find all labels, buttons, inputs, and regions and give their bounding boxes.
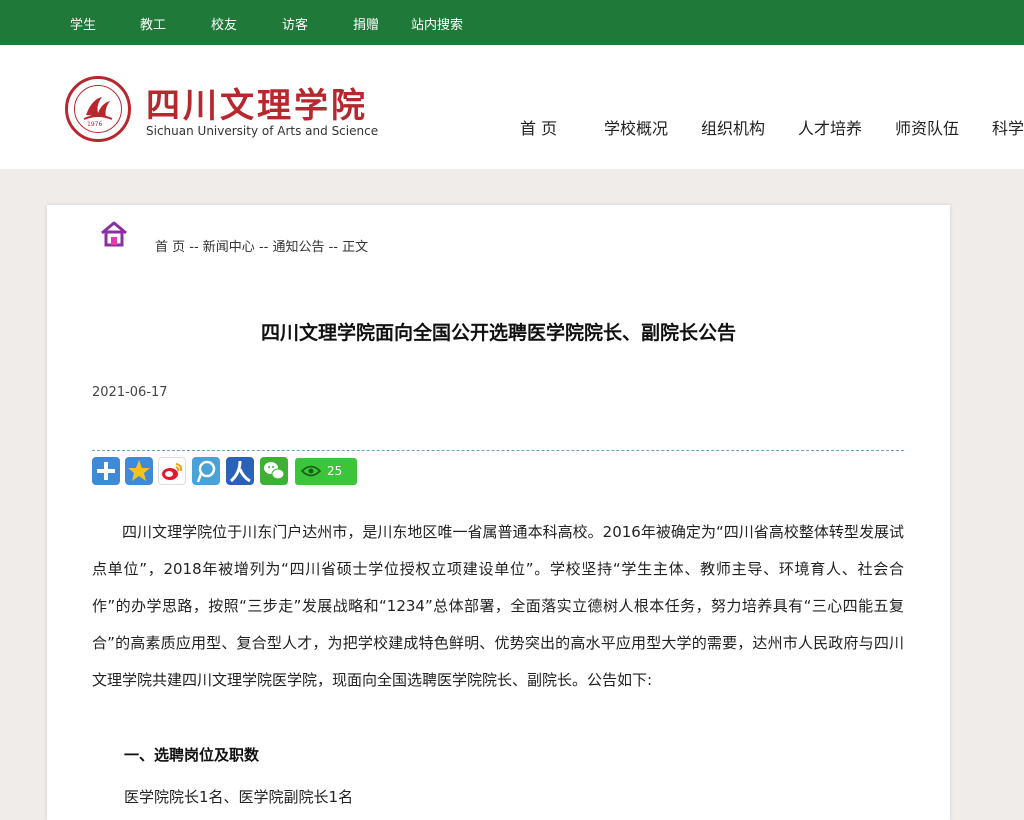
nav-organization[interactable]: 组织机构 (701, 115, 765, 139)
share-count-number: 25 (327, 464, 343, 478)
home-icon[interactable] (99, 220, 129, 248)
breadcrumb-separator: -- (254, 240, 273, 255)
breadcrumb-separator: -- (324, 240, 343, 255)
share-more-button[interactable] (92, 457, 120, 485)
breadcrumb-home[interactable]: 首 页 (155, 240, 185, 255)
seal-year: 1976 (87, 121, 103, 128)
nav-home[interactable]: 首 页 (520, 115, 557, 139)
breadcrumb-news-center[interactable]: 新闻中心 (203, 240, 255, 255)
section-heading: 一、选聘岗位及职数 (124, 746, 260, 764)
article-title: 四川文理学院面向全国公开选聘医学院院长、副院长公告 (260, 322, 736, 344)
breadcrumb-separator: -- (185, 240, 203, 255)
breadcrumb-notices[interactable]: 通知公告 (272, 240, 324, 255)
nav-education[interactable]: 人才培养 (798, 115, 862, 139)
toplink-donate[interactable]: 捐赠 (353, 14, 379, 33)
article-paragraph: 四川文理学院位于川东门户达州市，是川东地区唯一省属普通本科高校。2016年被确定… (92, 523, 904, 689)
article-date: 2021-06-17 (92, 385, 168, 400)
share-tencent-weibo-button[interactable] (192, 457, 220, 485)
site-header: 1976 四川文理学院 Sichuan University of Arts a… (0, 45, 1024, 169)
breadcrumb: 首 页 -- 新闻中心 -- 通知公告 -- 正文 (155, 236, 368, 255)
share-count-badge[interactable]: 25 (295, 458, 357, 485)
toplink-site-search[interactable]: 站内搜索 (411, 14, 463, 33)
university-seal-logo[interactable]: 1976 (65, 76, 131, 142)
toplink-students[interactable]: 学生 (70, 14, 96, 33)
share-weibo-button[interactable] (158, 457, 186, 485)
nav-about[interactable]: 学校概况 (604, 115, 668, 139)
share-wechat-button[interactable] (260, 457, 288, 485)
share-qzone-button[interactable] (125, 457, 153, 485)
wechat-icon (264, 462, 285, 480)
eye-icon (301, 465, 321, 477)
tencent-weibo-icon (196, 460, 216, 483)
article-card: 首 页 -- 新闻中心 -- 通知公告 -- 正文 四川文理学院面向全国公开选聘… (47, 205, 950, 820)
weibo-icon (162, 463, 183, 480)
toplink-visitors[interactable]: 访客 (282, 14, 308, 33)
share-plus-icon (97, 462, 115, 480)
nav-faculty[interactable]: 师资队伍 (895, 115, 959, 139)
logo-english-name: Sichuan University of Arts and Science (146, 124, 379, 138)
logo-chinese-name[interactable]: 四川文理学院 (146, 78, 368, 127)
share-renren-button[interactable] (226, 457, 254, 485)
top-utility-bar: 学生 教工 校友 访客 捐赠 站内搜索 (0, 0, 1024, 45)
toplink-alumni[interactable]: 校友 (211, 14, 237, 33)
breadcrumb-current: 正文 (342, 240, 369, 255)
nav-research[interactable]: 科学 (992, 115, 1024, 139)
section-text: 医学院院长1名、医学院副院长1名 (124, 788, 354, 806)
toplink-staff[interactable]: 教工 (140, 14, 166, 33)
seal-emblem-icon (83, 97, 113, 120)
qzone-icon (128, 460, 150, 481)
dashed-divider (92, 450, 904, 451)
renren-icon (229, 460, 251, 483)
